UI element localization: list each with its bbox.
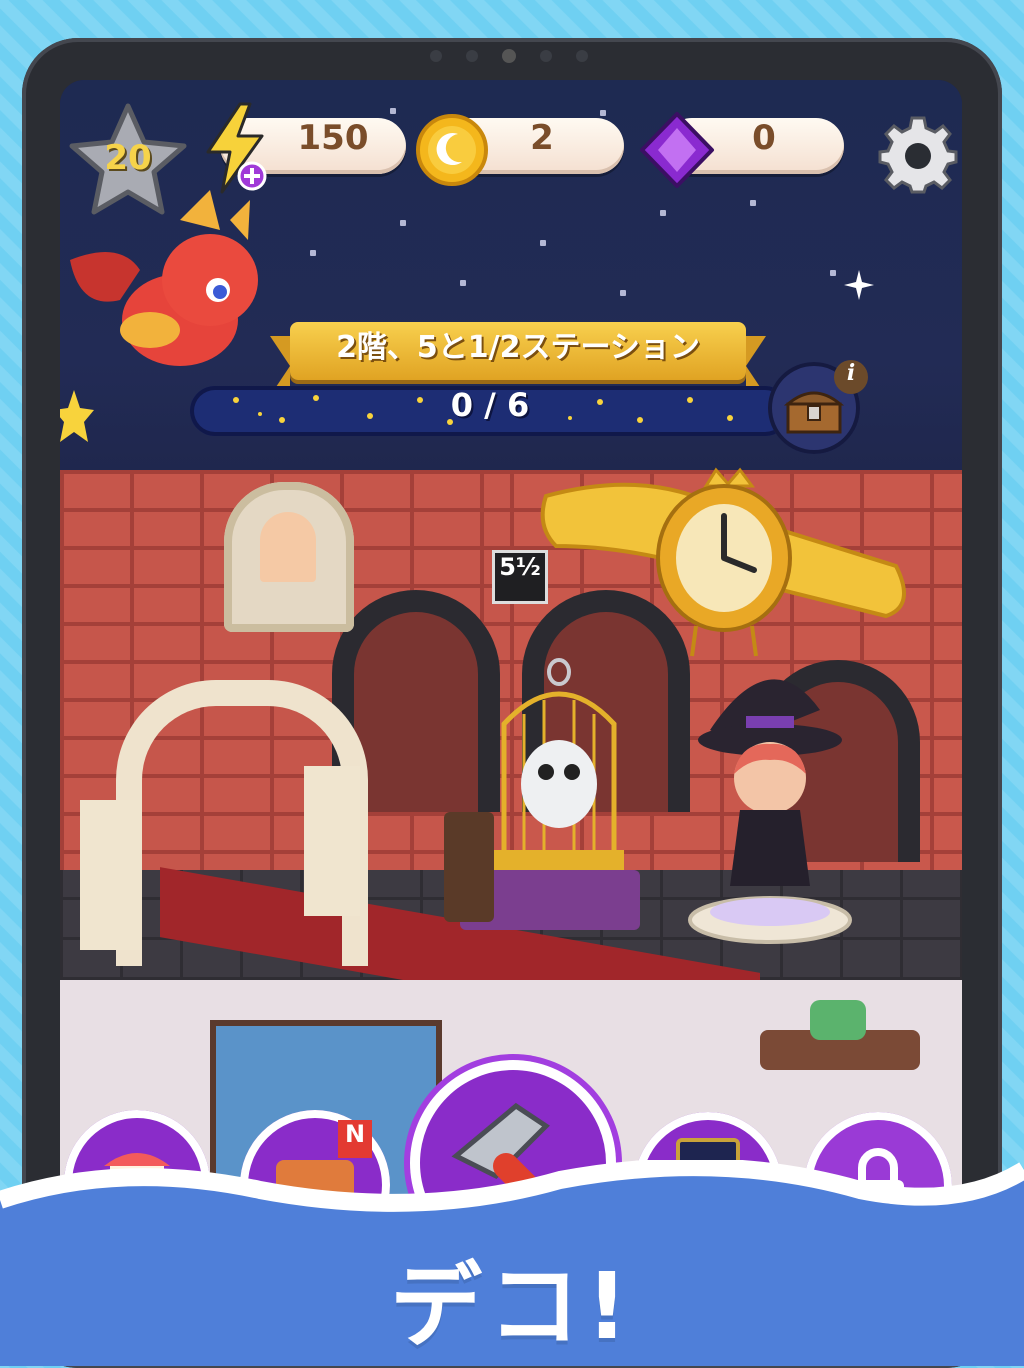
owl-cage-icon[interactable] (484, 654, 634, 884)
station-title: 2階、5と1/2ステーション (336, 330, 700, 365)
progress-count: 0 / 6 (450, 386, 530, 424)
info-icon[interactable]: i (834, 360, 868, 394)
decorated-room: 5½ (60, 440, 962, 1103)
pillar[interactable] (304, 766, 360, 916)
camera-dot (466, 50, 478, 62)
coin-value: 2 (530, 118, 554, 158)
gear-icon[interactable] (878, 114, 958, 194)
camera-dot (540, 50, 552, 62)
dragon-pet-icon[interactable] (60, 180, 270, 390)
star-icon (60, 390, 94, 442)
pillar[interactable] (80, 800, 140, 950)
suitcase[interactable] (444, 812, 494, 922)
green-pot[interactable] (810, 1000, 866, 1040)
purple-gem-icon[interactable] (638, 110, 716, 190)
window-nook[interactable] (224, 482, 354, 632)
energy-value: 150 (297, 118, 369, 158)
promo-caption: デコ! (390, 1253, 634, 1360)
camera-lens (502, 49, 516, 63)
new-badge: N (338, 1120, 372, 1158)
gem-value: 0 (752, 118, 776, 158)
treasure-chest-icon (784, 391, 844, 434)
camera-dot (576, 50, 588, 62)
character-girl (260, 512, 316, 582)
witch-character[interactable] (670, 650, 870, 950)
level-number: 20 (104, 138, 152, 178)
moon-coin-icon[interactable] (414, 112, 490, 188)
sparkle-icon (844, 270, 874, 300)
camera-dot (430, 50, 442, 62)
